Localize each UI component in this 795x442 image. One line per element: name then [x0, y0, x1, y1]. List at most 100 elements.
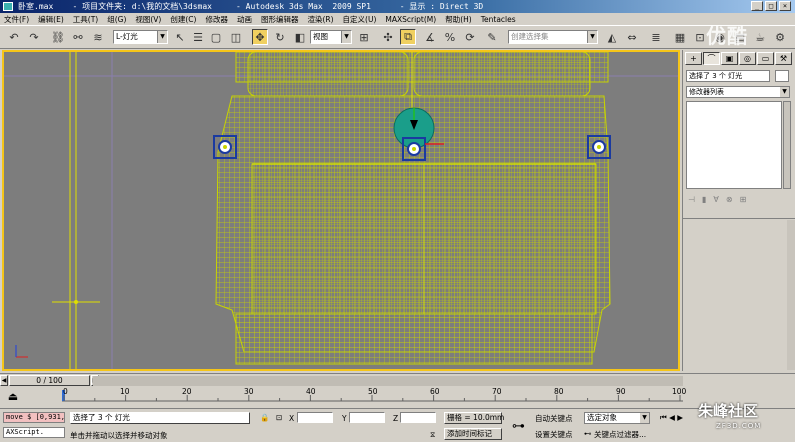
modifier-stack-scrollbar[interactable] [783, 101, 791, 189]
layer-manager-icon[interactable]: ≣ [648, 29, 664, 45]
maximize-button[interactable]: □ [765, 1, 777, 11]
set-key-icon[interactable]: ⊶ [512, 419, 525, 434]
time-tag-icon[interactable]: ⧖ [430, 430, 435, 440]
spinner-snap-icon[interactable]: ⟳ [462, 29, 478, 45]
key-mode-icon[interactable]: ⊷ [584, 429, 592, 438]
window-crossing-icon[interactable]: ◫ [228, 29, 244, 45]
menu-modifiers[interactable]: 修改器 [205, 14, 228, 25]
lock-selection-icon[interactable]: 🔒 [260, 413, 269, 422]
maxscript-listener-output[interactable]: move $ [0,931, [3, 412, 65, 423]
menu-graph-editors[interactable]: 图形编辑器 [261, 14, 299, 25]
play-controls-icon[interactable]: ⏮ ◀ ▶ [660, 413, 683, 423]
modifier-stack[interactable] [686, 101, 782, 189]
menu-file[interactable]: 文件(F) [4, 14, 29, 25]
quick-render-icon[interactable]: ⚙ [772, 29, 788, 45]
x-coordinate-field[interactable] [297, 412, 333, 423]
named-selection-dropdown[interactable]: 创建选择集 ▼ [508, 30, 598, 44]
x-label: X [289, 414, 295, 423]
redo-icon[interactable]: ↷ [26, 29, 42, 45]
chevron-down-icon: ▼ [780, 87, 789, 97]
select-and-manipulate-icon[interactable]: ✣ [380, 29, 396, 45]
time-slider-thumb[interactable]: 0 / 100 [9, 375, 90, 386]
key-selection-dropdown[interactable]: 选定对象 ▼ [584, 412, 650, 424]
tab-display[interactable]: ▭ [757, 52, 774, 65]
modifier-list-dropdown[interactable]: 修改器列表 ▼ [686, 86, 790, 98]
configure-modifier-sets-icon[interactable]: ⊞ [740, 195, 747, 204]
curve-editor-icon[interactable]: ▦ [672, 29, 688, 45]
menu-customize[interactable]: 自定义(U) [343, 14, 377, 25]
track-bar[interactable]: ⏏ 0 10 20 30 40 50 60 70 80 90 100 [0, 387, 795, 409]
minimize-button[interactable]: _ [751, 1, 763, 11]
tick-label-40: 40 [306, 387, 316, 396]
menu-bar: 文件(F) 编辑(E) 工具(T) 组(G) 视图(V) 创建(C) 修改器 动… [0, 13, 795, 25]
menu-tentacles[interactable]: Tentacles [481, 15, 516, 24]
tick-label-30: 30 [244, 387, 254, 396]
tab-create[interactable]: + [685, 52, 702, 65]
menu-create[interactable]: 创建(C) [170, 14, 196, 25]
add-time-tag-button[interactable]: 添加时间标记 [444, 428, 502, 440]
y-coordinate-field[interactable] [349, 412, 385, 423]
select-object-icon[interactable]: ↖ [172, 29, 188, 45]
unlink-icon[interactable]: ⚯ [70, 29, 86, 45]
menu-views[interactable]: 视图(V) [135, 14, 161, 25]
tab-hierarchy[interactable]: ▣ [721, 52, 738, 65]
render-icon[interactable]: ☕ [752, 29, 768, 45]
mirror-icon[interactable]: ◭ [604, 29, 620, 45]
tick-label-70: 70 [492, 387, 502, 396]
object-color-swatch[interactable] [775, 70, 789, 82]
percent-snap-icon[interactable]: % [442, 29, 458, 45]
select-link-icon[interactable]: ⛓ [50, 29, 66, 45]
menu-help[interactable]: 帮助(H) [445, 14, 472, 25]
angle-snap-icon[interactable]: ∡ [422, 29, 438, 45]
tab-modify[interactable]: ⌒ [703, 52, 720, 65]
time-prev-icon[interactable]: ◀ [0, 375, 8, 386]
select-and-scale-icon[interactable]: ◧ [292, 29, 308, 45]
close-button[interactable]: × [779, 1, 791, 11]
y-label: Y [342, 414, 347, 423]
selection-filter-dropdown[interactable]: L-灯光 ▼ [113, 30, 168, 44]
maxscript-listener-input[interactable]: AXScript. [3, 427, 65, 438]
set-key-label[interactable]: 设置关键点 [535, 429, 573, 440]
menu-animation[interactable]: 动画 [237, 14, 252, 25]
snaps-toggle-icon[interactable]: ⧉ [400, 29, 416, 45]
selection-filter-value: L-灯光 [116, 32, 138, 41]
tick-label-20: 20 [182, 387, 192, 396]
pin-stack-icon[interactable]: ⊣ [688, 195, 695, 204]
show-end-result-icon[interactable]: ▮ [702, 195, 706, 204]
reference-coordinate-dropdown[interactable]: 视图 ▼ [310, 30, 352, 44]
auto-key-label[interactable]: 自动关键点 [535, 413, 573, 424]
menu-rendering[interactable]: 渲染(R) [307, 14, 333, 25]
tick-label-80: 80 [554, 387, 564, 396]
tab-utilities[interactable]: ⚒ [775, 52, 792, 65]
command-panel-tabs: + ⌒ ▣ ◎ ▭ ⚒ [685, 52, 792, 65]
align-icon[interactable]: ⇔ [624, 29, 640, 45]
select-by-name-icon[interactable]: ☰ [190, 29, 206, 45]
menu-maxscript[interactable]: MAXScript(M) [385, 15, 436, 24]
select-and-move-icon[interactable]: ✥ [252, 29, 268, 45]
make-unique-icon[interactable]: ∀ [713, 195, 718, 204]
menu-tools[interactable]: 工具(T) [73, 14, 98, 25]
undo-icon[interactable]: ↶ [6, 29, 22, 45]
reference-coordinate-value: 视图 [313, 32, 328, 41]
menu-group[interactable]: 组(G) [107, 14, 126, 25]
prompt-line: 单击并拖动以选择并移动对象 [70, 431, 168, 440]
menu-edit[interactable]: 编辑(E) [38, 14, 64, 25]
command-panel-scrollbar[interactable] [787, 220, 795, 370]
object-name-field[interactable]: 选择了 3 个 灯光 [686, 70, 770, 82]
z-coordinate-field[interactable] [400, 412, 436, 423]
wireframe-scene [4, 52, 678, 369]
tab-motion[interactable]: ◎ [739, 52, 756, 65]
bind-space-warp-icon[interactable]: ≋ [90, 29, 106, 45]
pivot-center-icon[interactable]: ⊞ [356, 29, 372, 45]
time-slider-track[interactable] [93, 376, 683, 386]
remove-modifier-icon[interactable]: ⊗ [726, 195, 733, 204]
youku-watermark: 优酷 [706, 24, 748, 48]
viewport-front[interactable] [2, 50, 680, 371]
select-and-rotate-icon[interactable]: ↻ [272, 29, 288, 45]
modifier-list-label: 修改器列表 [689, 88, 724, 96]
absolute-mode-icon[interactable]: ⊡ [276, 413, 282, 422]
key-filters-button[interactable]: 关键点过滤器... [594, 429, 646, 440]
edit-named-selection-icon[interactable]: ✎ [484, 29, 500, 45]
rectangle-selection-icon[interactable]: ▢ [208, 29, 224, 45]
selection-status: 选择了 3 个 灯光 [70, 412, 250, 424]
